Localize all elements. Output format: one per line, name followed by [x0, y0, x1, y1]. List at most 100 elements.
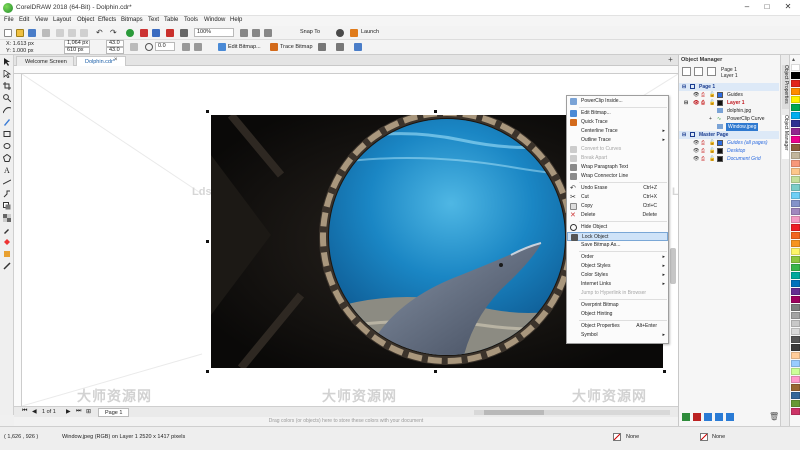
selection-handle[interactable]	[434, 110, 437, 113]
drop-shadow-tool-icon[interactable]	[3, 202, 11, 210]
tree-node-document-grid[interactable]: 👁 ⎙ 🔓 Document Grid	[679, 155, 779, 163]
palette-swatch[interactable]	[791, 248, 800, 255]
show-grid-icon[interactable]	[252, 29, 260, 37]
parallel-dimension-tool-icon[interactable]	[3, 178, 11, 186]
palette-swatch[interactable]	[791, 168, 800, 175]
selection-handle[interactable]	[206, 240, 209, 243]
import-icon[interactable]	[140, 29, 148, 37]
expand-icon[interactable]: ⊟	[682, 83, 686, 91]
paste-icon[interactable]	[80, 29, 88, 37]
lock-ratio-icon[interactable]	[130, 43, 138, 51]
selection-handle[interactable]	[206, 110, 209, 113]
layer-manager-view-icon[interactable]	[682, 67, 691, 76]
palette-swatch[interactable]	[791, 280, 800, 287]
options-gear-icon[interactable]	[336, 29, 344, 37]
palette-swatch[interactable]	[791, 368, 800, 375]
palette-swatch[interactable]	[791, 376, 800, 383]
palette-swatch[interactable]	[791, 152, 800, 159]
menu-item-object-properties[interactable]: Object Properties Alt+Enter	[567, 322, 668, 331]
palette-swatch[interactable]	[791, 320, 800, 327]
expand-icon[interactable]: ⊟	[684, 99, 688, 107]
launch-dropdown[interactable]: Launch	[361, 29, 379, 35]
lock-icon[interactable]: 🔓	[709, 91, 715, 99]
menu-item-wrap-paragraph-text[interactable]: Wrap Paragraph Text	[567, 163, 668, 172]
menu-item-quick-trace[interactable]: Quick Trace	[567, 118, 668, 127]
rectangle-tool-icon[interactable]	[3, 130, 11, 138]
palette-swatch[interactable]	[791, 72, 800, 79]
height-field[interactable]: 610 px	[64, 47, 90, 54]
palette-swatch[interactable]	[791, 296, 800, 303]
menu-view[interactable]: View	[35, 17, 48, 23]
palette-swatch[interactable]	[791, 256, 800, 263]
palette-swatch[interactable]	[791, 184, 800, 191]
menu-item-copy[interactable]: Copy Ctrl+C	[567, 202, 668, 211]
menu-item-powerclip-inside[interactable]: PowerClip Inside...	[567, 97, 668, 106]
print-icon[interactable]: ⎙	[701, 99, 705, 107]
palette-swatch[interactable]	[791, 384, 800, 391]
width-field[interactable]: 1,064 px	[64, 40, 90, 47]
selection-handle[interactable]	[663, 370, 666, 373]
tree-node-dolphin-jpg[interactable]: dolphin.jpg	[679, 107, 779, 115]
mirror-vertical-icon[interactable]	[194, 43, 202, 51]
eye-icon[interactable]: 👁	[693, 99, 699, 107]
palette-swatch[interactable]	[791, 344, 800, 351]
print-icon[interactable]: ⎙	[701, 139, 705, 147]
tree-node-page[interactable]: ⊟ Page 1	[679, 83, 779, 91]
tab-object-properties[interactable]: Object Properties	[782, 65, 789, 109]
palette-swatch[interactable]	[791, 200, 800, 207]
tab-welcome-screen[interactable]: Welcome Screen	[16, 56, 74, 66]
new-master-layer-even-icon[interactable]	[726, 413, 734, 421]
lock-icon[interactable]: 🔓	[709, 99, 715, 107]
menu-item-hide-object[interactable]: Hide Object	[567, 223, 668, 232]
palette-swatch[interactable]	[791, 64, 800, 71]
menu-item-overprint-bitmap[interactable]: Overprint Bitmap	[567, 301, 668, 310]
show-properties-icon[interactable]	[694, 67, 703, 76]
palette-swatch[interactable]	[791, 120, 800, 127]
eye-icon[interactable]: 👁	[693, 139, 699, 147]
tree-node-window-jpeg[interactable]: Window.jpeg	[679, 123, 779, 131]
last-page-icon[interactable]: ⏭	[76, 408, 81, 415]
bitmap-color-mask-icon[interactable]	[354, 43, 362, 51]
fill-indicator-icon[interactable]	[613, 433, 621, 441]
publish-pdf-icon[interactable]	[166, 29, 174, 37]
ellipse-tool-icon[interactable]	[3, 142, 11, 150]
connector-tool-icon[interactable]	[3, 190, 11, 198]
expand-icon[interactable]: ⊟	[682, 131, 686, 139]
palette-swatch[interactable]	[791, 160, 800, 167]
snap-to-dropdown[interactable]: Snap To	[300, 29, 320, 35]
menu-layout[interactable]: Layout	[53, 17, 71, 23]
search-content-icon[interactable]	[126, 29, 134, 37]
zoom-level-select[interactable]: 100%	[194, 28, 234, 37]
rotation-field[interactable]: 0.0	[155, 42, 175, 51]
menu-item-object-hinting[interactable]: Object Hinting	[567, 310, 668, 319]
palette-swatch[interactable]	[791, 144, 800, 151]
artistic-media-tool-icon[interactable]	[3, 118, 11, 126]
menu-text[interactable]: Text	[148, 17, 159, 23]
menu-item-centerline-trace[interactable]: Centerline Trace ▸	[567, 127, 668, 136]
edit-bitmap-button[interactable]: Edit Bitmap...	[228, 44, 261, 50]
menu-bitmaps[interactable]: Bitmaps	[121, 17, 143, 23]
menu-item-lock-object[interactable]: Lock Object	[567, 232, 668, 241]
freehand-tool-icon[interactable]	[3, 106, 11, 114]
palette-swatch[interactable]	[791, 400, 800, 407]
mirror-horizontal-icon[interactable]	[182, 43, 190, 51]
prev-page-icon[interactable]: ◀	[32, 408, 37, 415]
palette-swatch[interactable]	[791, 136, 800, 143]
undo-icon[interactable]: ↶	[96, 29, 104, 37]
palette-swatch[interactable]	[791, 240, 800, 247]
horizontal-ruler[interactable]	[14, 66, 678, 74]
trace-bitmap-button[interactable]: Trace Bitmap	[280, 44, 313, 50]
save-icon[interactable]	[28, 29, 36, 37]
maximize-button[interactable]: □	[760, 1, 774, 13]
print-icon[interactable]: ⎙	[701, 91, 705, 99]
tree-node-master-page[interactable]: ⊟ Master Page	[679, 131, 779, 139]
copy-icon[interactable]	[68, 29, 76, 37]
menu-table[interactable]: Table	[164, 17, 178, 23]
resample-icon[interactable]	[318, 43, 326, 51]
menu-item-order[interactable]: Order ▸	[567, 253, 668, 262]
print-icon[interactable]: ⎙	[701, 147, 705, 155]
x-position-field[interactable]: X: 1.613 px	[6, 41, 34, 47]
menu-object[interactable]: Object	[77, 17, 94, 23]
palette-swatch[interactable]	[791, 208, 800, 215]
tree-node-guides-all-pages[interactable]: 👁 ⎙ 🔓 Guides (all pages)	[679, 139, 779, 147]
